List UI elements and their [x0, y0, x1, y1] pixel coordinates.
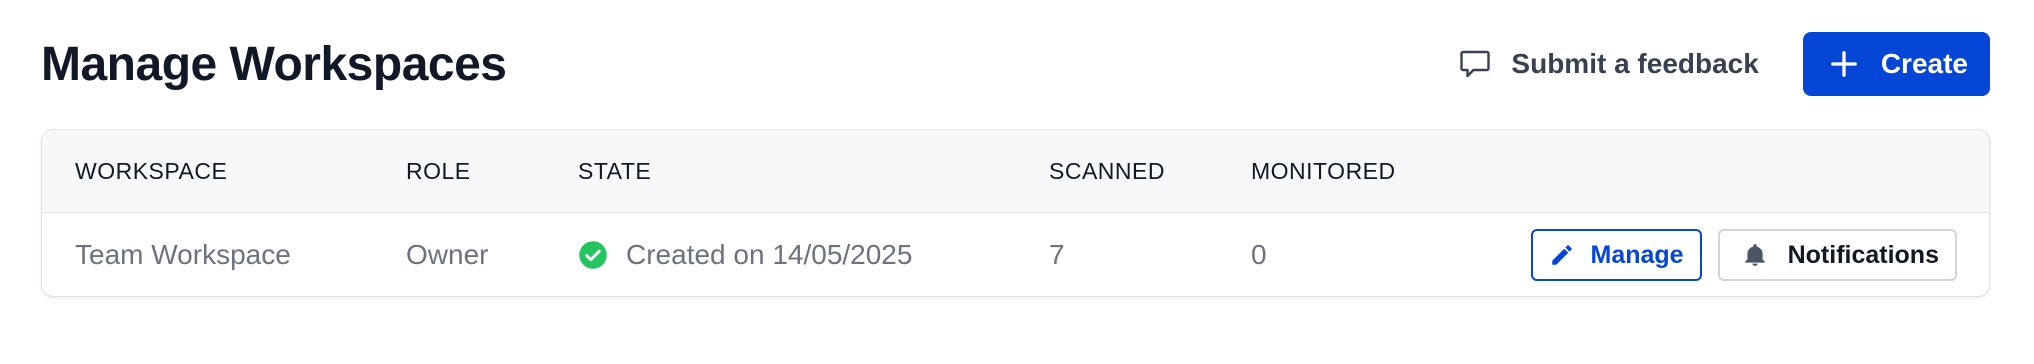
column-header-workspace: WORKSPACE	[75, 157, 228, 184]
pencil-icon	[1549, 242, 1575, 268]
column-header-state: STATE	[578, 157, 652, 184]
column-header-monitored: MONITORED	[1251, 157, 1396, 184]
row-actions: Manage Notifications	[1530, 229, 1957, 281]
notifications-button-label: Notifications	[1787, 240, 1939, 269]
chat-bubble-icon	[1457, 46, 1493, 82]
manage-button[interactable]: Manage	[1530, 229, 1702, 281]
plus-icon	[1829, 49, 1859, 79]
workspace-monitored: 0	[1251, 239, 1267, 270]
bell-icon	[1742, 242, 1768, 268]
table-row: Team Workspace Owner Created on 14/05/20…	[42, 213, 1989, 296]
workspace-state: Created on 14/05/2025	[578, 213, 913, 296]
manage-button-label: Manage	[1590, 240, 1684, 269]
workspaces-table: WORKSPACE ROLE STATE SCANNED MONITORED T…	[41, 129, 1990, 297]
table-header: WORKSPACE ROLE STATE SCANNED MONITORED	[42, 130, 1989, 213]
page-title: Manage Workspaces	[41, 37, 507, 91]
workspace-scanned: 7	[1049, 239, 1065, 270]
workspace-state-text: Created on 14/05/2025	[626, 239, 913, 270]
submit-feedback-label: Submit a feedback	[1511, 48, 1759, 79]
check-circle-icon	[578, 240, 608, 270]
notifications-button[interactable]: Notifications	[1717, 229, 1957, 281]
workspace-name: Team Workspace	[75, 239, 291, 270]
header-actions: Submit a feedback Create	[1457, 32, 1990, 96]
page-header: Manage Workspaces Submit a feedback Crea…	[41, 32, 1990, 96]
create-button-label: Create	[1880, 48, 1968, 79]
create-button[interactable]: Create	[1802, 32, 1990, 96]
column-header-role: ROLE	[406, 157, 471, 184]
workspace-role: Owner	[406, 239, 489, 270]
submit-feedback-link[interactable]: Submit a feedback	[1457, 46, 1759, 82]
column-header-scanned: SCANNED	[1049, 157, 1165, 184]
